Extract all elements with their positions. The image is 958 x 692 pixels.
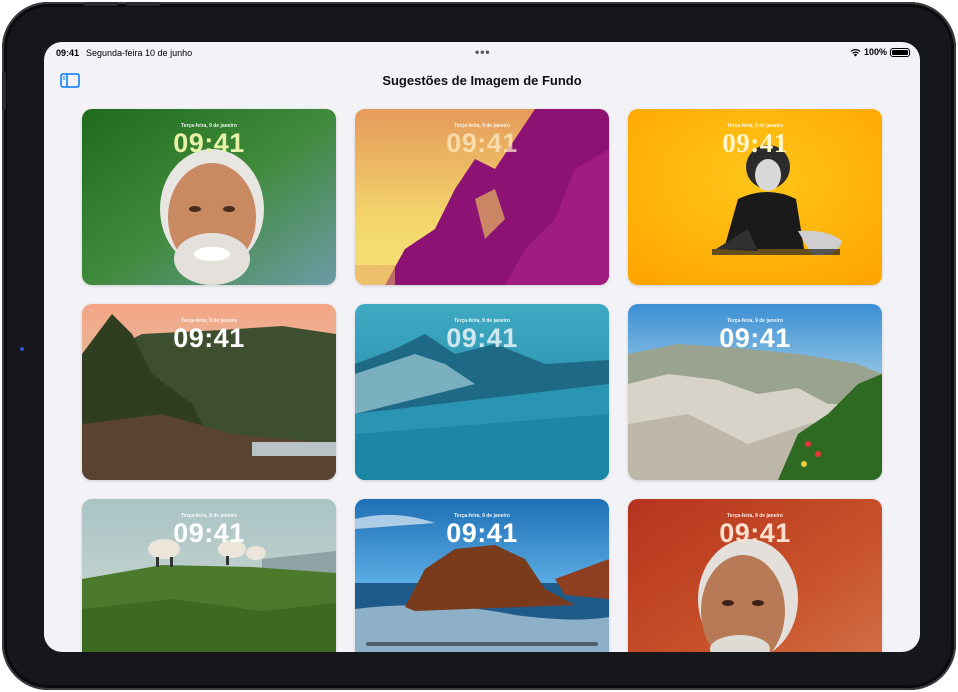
lock-time: 09:41 <box>719 518 791 548</box>
wallpaper-card-sea-rock[interactable]: Terça-feira, 9 de janeiro 09:41 <box>355 499 609 652</box>
lock-time: 09:41 <box>446 323 518 353</box>
lock-time: 09:41 <box>173 323 245 353</box>
volume-up-button <box>84 2 118 6</box>
status-time: 09:41 <box>56 48 80 58</box>
wifi-icon <box>850 48 861 56</box>
top-button <box>2 72 6 110</box>
lock-time: 09:41 <box>719 323 791 353</box>
ipad-frame: 09:41 Segunda-feira 10 de junho ••• 100% <box>2 2 956 690</box>
screen: 09:41 Segunda-feira 10 de junho ••• 100% <box>44 42 920 652</box>
wallpaper-card-cliffs[interactable]: Terça-feira, 9 de janeiro 09:41 <box>628 304 882 480</box>
page-title: Sugestões de Imagem de Fundo <box>382 73 582 88</box>
wallpaper-card-forest[interactable]: Terça-feira, 9 de janeiro 09:41 <box>82 304 336 480</box>
wallpaper-card-portrait-green[interactable]: Terça-feira, 9 de janeiro 09:41 <box>82 109 336 285</box>
camera-dot <box>20 347 24 351</box>
volume-down-button <box>126 2 160 6</box>
nav-bar: Sugestões de Imagem de Fundo <box>44 64 920 96</box>
lock-time: 09:41 <box>446 518 518 548</box>
wallpaper-card-meadow-blue[interactable]: Terça-feira, 9 de janeiro 09:41 <box>355 304 609 480</box>
home-indicator[interactable] <box>366 642 598 646</box>
lock-time: 09:41 <box>446 128 518 158</box>
status-right: 100% <box>850 47 910 57</box>
lock-time: 09:41 <box>173 128 245 158</box>
multitasking-dots[interactable]: ••• <box>475 45 491 59</box>
status-date: Segunda-feira 10 de junho <box>86 48 193 58</box>
wallpaper-card-portrait-yellow[interactable]: Terça-feira, 9 de janeiro 09:41 <box>628 109 882 285</box>
wallpaper-card-coast-duotone[interactable]: Terça-feira, 9 de janeiro 09:41 <box>355 109 609 285</box>
wallpaper-card-portrait-red[interactable]: Terça-feira, 9 de janeiro 09:41 <box>628 499 882 652</box>
wallpaper-card-sheep[interactable]: Terça-feira, 9 de janeiro 09:41 <box>82 499 336 652</box>
lock-time: 09:41 <box>173 518 245 548</box>
battery-icon <box>890 47 910 57</box>
status-bar: 09:41 Segunda-feira 10 de junho ••• 100% <box>44 42 920 62</box>
battery-percent: 100% <box>863 47 887 57</box>
lock-time: 09:41 <box>722 128 788 158</box>
